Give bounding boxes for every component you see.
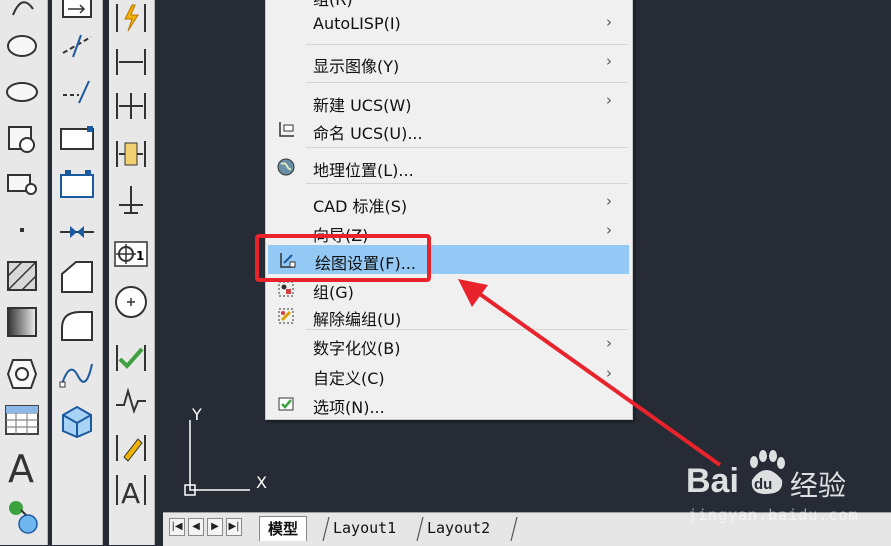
- named-ucs-icon: [279, 122, 294, 137]
- menu-item-autolisp[interactable]: AutoLISP(I) ›: [266, 9, 632, 38]
- globe-icon: [277, 158, 295, 176]
- menu-item-label: 组(G): [313, 283, 354, 302]
- menu-item-label: CAD 标准(S): [313, 197, 408, 216]
- ray-tool-icon[interactable]: [55, 72, 99, 112]
- table-tool-icon[interactable]: [0, 400, 44, 440]
- svg-text:A: A: [8, 449, 34, 487]
- svg-text:A: A: [121, 477, 140, 509]
- menu-item-geo-location[interactable]: 地理位置(L)...: [266, 152, 632, 181]
- text-dimension-icon[interactable]: A: [109, 470, 153, 510]
- svg-text:1: 1: [136, 249, 144, 263]
- add-selected-icon[interactable]: [0, 496, 44, 536]
- tab-dividers: [322, 516, 518, 542]
- rectangle-tool-icon[interactable]: [55, 118, 99, 158]
- center-point-icon[interactable]: [109, 282, 153, 322]
- menu-item-label: 地理位置(L)...: [313, 161, 414, 180]
- menu-item-label: 命名 UCS(U)...: [313, 124, 423, 143]
- make-block-icon[interactable]: [0, 164, 44, 204]
- boundary-tool-icon[interactable]: [0, 354, 44, 394]
- annotation-arrow: [458, 279, 722, 467]
- submenu-arrow-icon: ›: [606, 192, 612, 210]
- point-tool-icon[interactable]: [0, 210, 44, 250]
- group-icon: [278, 281, 294, 297]
- quick-dimension-icon[interactable]: [109, 0, 153, 38]
- fillet-tool-icon[interactable]: [55, 306, 99, 346]
- ellipse-tool-icon[interactable]: [0, 72, 44, 112]
- spline-tool-icon[interactable]: [55, 354, 99, 394]
- menu-item-label: 新建 UCS(W): [313, 96, 412, 115]
- menu-item-new-ucs[interactable]: 新建 UCS(W) ›: [266, 87, 632, 116]
- dimension-toolbar: 1 A: [109, 0, 155, 545]
- submenu-arrow-icon: ›: [606, 221, 612, 239]
- menu-item-label: 选项(N)...: [313, 398, 385, 417]
- prev-tab-button[interactable]: ◀: [188, 518, 204, 536]
- baseline-dimension-icon[interactable]: [109, 180, 153, 220]
- options-check-icon: [278, 397, 294, 411]
- multiline-text-icon[interactable]: A: [0, 448, 44, 488]
- inspect-dimension-icon[interactable]: [109, 134, 153, 174]
- submenu-arrow-icon: ›: [606, 13, 612, 31]
- menu-item-display-image[interactable]: 显示图像(Y) ›: [266, 48, 632, 77]
- menu-item-label: 数字化仪(B): [313, 339, 401, 358]
- ucs-x-label: X: [256, 473, 267, 492]
- xline-tool-icon[interactable]: [55, 26, 99, 66]
- draw-toolbar: A: [0, 0, 48, 545]
- next-tab-button[interactable]: ▶: [207, 518, 223, 536]
- menu-separator: [306, 82, 628, 83]
- ungroup-icon: [278, 308, 294, 324]
- menu-item-label: AutoLISP(I): [313, 14, 401, 33]
- submenu-arrow-icon: ›: [606, 91, 612, 109]
- chamfer-tool-icon[interactable]: [55, 258, 99, 298]
- wipeout-tool-icon[interactable]: [55, 164, 99, 204]
- menu-separator: [306, 44, 628, 45]
- gradient-tool-icon[interactable]: [0, 302, 44, 342]
- watermark-url: jingyan.baidu.com: [688, 506, 859, 524]
- menu-separator: [306, 147, 628, 148]
- menu-item-label: 显示图像(Y): [313, 57, 400, 76]
- move-tool-icon[interactable]: [55, 0, 99, 24]
- first-tab-button[interactable]: |◀: [169, 518, 185, 536]
- dimension-check-icon[interactable]: [109, 338, 153, 378]
- continue-dimension-icon[interactable]: [109, 86, 153, 126]
- menu-item-label: 自定义(C): [313, 369, 385, 388]
- watermark-brand: Bai: [686, 462, 739, 500]
- edit-dimension-icon[interactable]: [109, 428, 153, 468]
- menu-separator: [306, 183, 628, 184]
- highlight-annotation-box: [255, 234, 431, 282]
- insert-block-icon[interactable]: [0, 118, 44, 158]
- break-tool-icon[interactable]: [55, 212, 99, 252]
- center-mark-icon[interactable]: 1: [109, 234, 153, 274]
- tab-model[interactable]: 模型: [259, 516, 308, 541]
- baidu-jingyan-watermark: Bai du 经验 jingyan.baidu.com: [686, 448, 886, 528]
- menu-item-cad-standards[interactable]: CAD 标准(S) ›: [266, 188, 632, 217]
- watermark-cn: 经验: [790, 469, 847, 502]
- modify-toolbar: [52, 0, 103, 545]
- circle-tool-icon[interactable]: [0, 26, 44, 66]
- arc-tool-icon[interactable]: [0, 0, 44, 26]
- hatch-tool-icon[interactable]: [0, 256, 44, 296]
- ucs-icon: Y X: [184, 405, 267, 496]
- watermark-paw-text: du: [754, 476, 773, 493]
- linear-dimension-icon[interactable]: [109, 42, 153, 82]
- menu-item-label: 解除编组(U): [313, 310, 402, 329]
- submenu-arrow-icon: ›: [606, 52, 612, 70]
- ucs-y-label: Y: [191, 405, 202, 424]
- last-tab-button[interactable]: ▶|: [226, 518, 242, 536]
- jogged-line-icon[interactable]: [109, 380, 153, 420]
- 3d-box-icon[interactable]: [55, 400, 99, 440]
- menu-item-named-ucs[interactable]: 命名 UCS(U)...: [266, 115, 632, 144]
